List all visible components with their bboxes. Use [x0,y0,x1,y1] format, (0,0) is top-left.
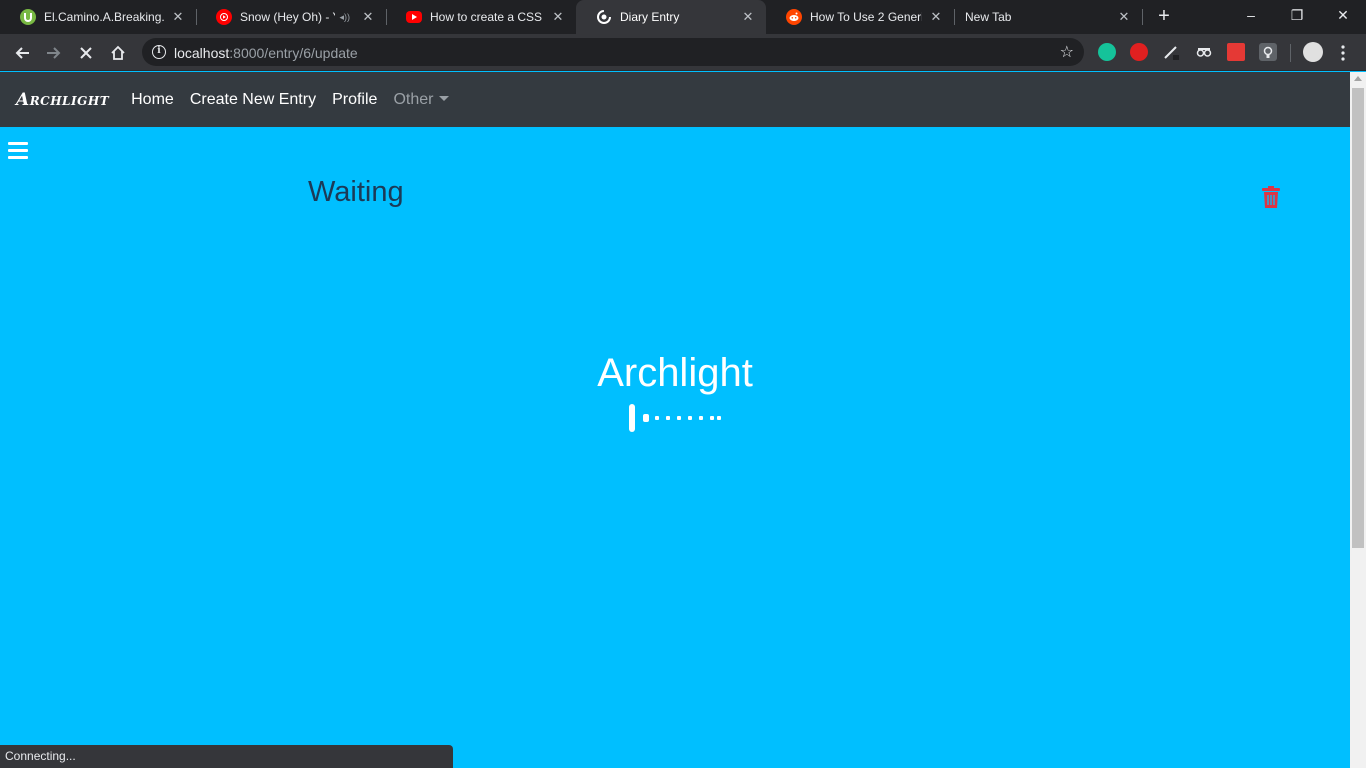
loader-bar [629,404,635,432]
minimize-button[interactable]: – [1228,0,1274,32]
close-icon[interactable]: ✕ [360,9,376,25]
tab-title: How to create a CSS Pr [430,10,544,24]
pdf-extension-icon[interactable] [1227,43,1245,61]
app-navbar: Archlight Home Create New Entry Profile … [0,72,1350,127]
close-window-button[interactable]: ✕ [1320,0,1366,32]
scroll-up-arrow-icon[interactable] [1354,76,1362,81]
nav-home-link[interactable]: Home [131,91,174,109]
new-tab-button[interactable]: + [1152,5,1176,29]
spy-extension-icon[interactable] [1195,43,1213,61]
youtube-music-icon [216,9,232,25]
browser-tab[interactable]: Snow (Hey Oh) - Yo ◂)) ✕ [196,0,386,34]
back-arrow-icon [15,47,29,59]
grammarly-extension-icon[interactable] [1098,43,1116,61]
home-icon [111,45,125,60]
adblock-extension-icon[interactable] [1130,43,1148,61]
tab-separator [1142,9,1143,25]
nav-profile-link[interactable]: Profile [332,91,377,109]
reddit-icon [786,9,802,25]
back-button[interactable] [8,39,36,67]
tab-title: Diary Entry [620,10,680,24]
site-info-icon[interactable]: i [152,45,166,59]
close-icon[interactable]: ✕ [550,9,566,25]
tab-title: New Tab [965,10,1012,24]
close-icon[interactable]: ✕ [740,9,756,25]
caret-down-icon [439,95,450,101]
toolbar-separator [1290,44,1291,62]
browser-toolbar: i localhost:8000/entry/6/update ☆ [0,34,1366,71]
tab-title: El.Camino.A.Breaking.B [44,10,164,24]
stop-loading-icon [80,47,92,59]
loader-dot [699,416,703,420]
browser-status-bar: Connecting... [0,745,453,768]
browser-tab[interactable]: How To Use 2 Generic V ✕ [766,0,954,34]
scrollbar-thumb[interactable] [1352,88,1364,548]
utorrent-icon [20,9,36,25]
speaker-icon[interactable]: ◂)) [339,12,350,23]
loader-title: Archlight [597,351,753,395]
tab-title: How To Use 2 Generic V [810,10,922,24]
brand-logo[interactable]: Archlight [16,90,109,110]
url-path: :8000/entry/6/update [229,45,358,61]
browser-tab-active[interactable]: Diary Entry ✕ [576,0,766,34]
nav-create-entry-link[interactable]: Create New Entry [190,91,316,109]
kebab-menu-icon [1341,45,1345,61]
loader-dot [710,416,714,420]
loader-dot [643,414,649,422]
forward-arrow-icon [47,47,61,59]
close-icon[interactable]: ✕ [1116,9,1132,25]
restore-button[interactable]: ❐ [1274,0,1320,32]
browser-tab[interactable]: New Tab ✕ [954,0,1142,34]
hamburger-menu-icon[interactable] [8,142,28,160]
nav-other-label: Other [393,90,434,108]
address-bar[interactable]: i localhost:8000/entry/6/update ☆ [142,38,1084,66]
trash-icon[interactable] [1262,186,1280,208]
stop-button[interactable] [72,39,100,67]
url-text[interactable]: localhost:8000/entry/6/update [174,45,358,61]
pen-extension-icon[interactable] [1162,43,1180,61]
loader-dot [677,416,681,420]
browser-tab-strip: El.Camino.A.Breaking.B ✕ Snow (Hey Oh) -… [0,0,1366,34]
tab-title: Snow (Hey Oh) - Yo [240,10,336,24]
profile-avatar-icon[interactable] [1303,42,1323,62]
entry-title: Waiting [308,176,404,208]
close-icon[interactable]: ✕ [928,9,944,25]
browser-tab[interactable]: How to create a CSS Pr ✕ [386,0,576,34]
nav-other-dropdown[interactable]: Other [393,90,450,109]
close-icon[interactable]: ✕ [170,9,186,25]
loader-dot [655,416,659,420]
loader-dot [717,416,721,420]
browser-menu-button[interactable] [1331,39,1355,67]
home-button[interactable] [104,39,132,67]
loader-dot [688,416,692,420]
bookmark-star-icon[interactable]: ☆ [1060,42,1074,62]
youtube-icon [406,11,422,23]
loading-spinner-icon [596,9,612,25]
url-host: localhost [174,45,230,61]
forward-button[interactable] [40,39,68,67]
page-scrollbar[interactable] [1350,72,1366,768]
bulb-extension-icon[interactable] [1259,43,1277,61]
browser-tab[interactable]: El.Camino.A.Breaking.B ✕ [0,0,196,34]
loading-indicator [629,404,729,434]
loader-dot [666,416,670,420]
